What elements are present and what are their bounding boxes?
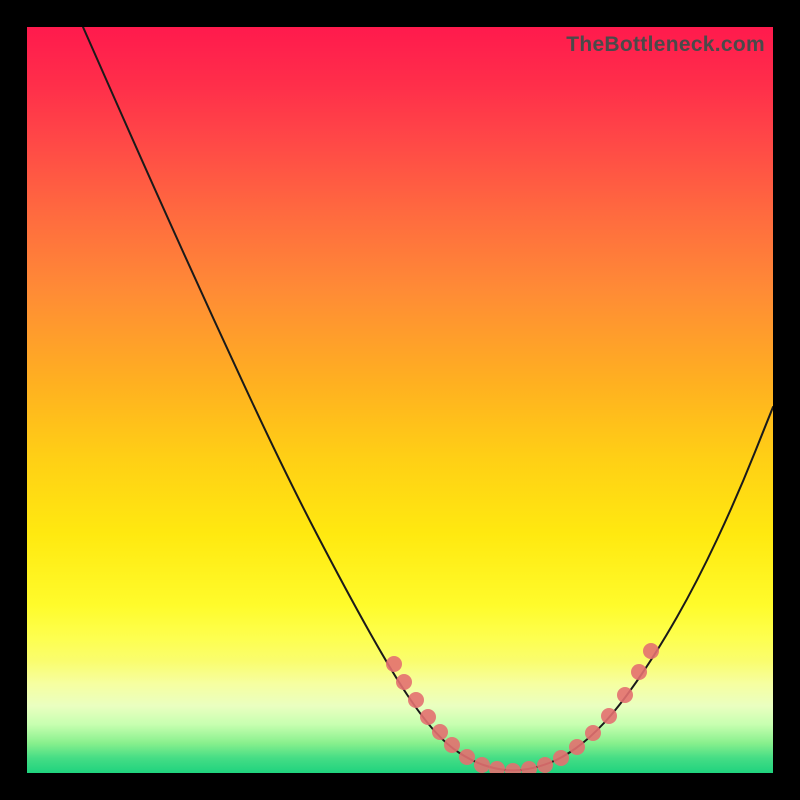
data-marker bbox=[553, 750, 569, 766]
data-marker bbox=[408, 692, 424, 708]
data-marker bbox=[474, 757, 490, 773]
data-marker bbox=[601, 708, 617, 724]
data-marker bbox=[643, 643, 659, 659]
data-marker bbox=[459, 749, 475, 765]
curve-svg bbox=[27, 27, 773, 773]
data-marker bbox=[444, 737, 460, 753]
data-marker bbox=[569, 739, 585, 755]
data-marker bbox=[489, 761, 505, 773]
data-marker bbox=[585, 725, 601, 741]
data-marker bbox=[386, 656, 402, 672]
watermark-text: TheBottleneck.com bbox=[566, 33, 765, 57]
plot-area: TheBottleneck.com bbox=[27, 27, 773, 773]
bottleneck-curve bbox=[83, 27, 773, 770]
chart-frame: TheBottleneck.com bbox=[0, 0, 800, 800]
data-marker bbox=[505, 763, 521, 773]
data-marker bbox=[537, 757, 553, 773]
data-marker bbox=[396, 674, 412, 690]
data-marker bbox=[521, 761, 537, 773]
data-marker bbox=[631, 664, 647, 680]
data-marker bbox=[432, 724, 448, 740]
data-marker bbox=[617, 687, 633, 703]
data-marker bbox=[420, 709, 436, 725]
